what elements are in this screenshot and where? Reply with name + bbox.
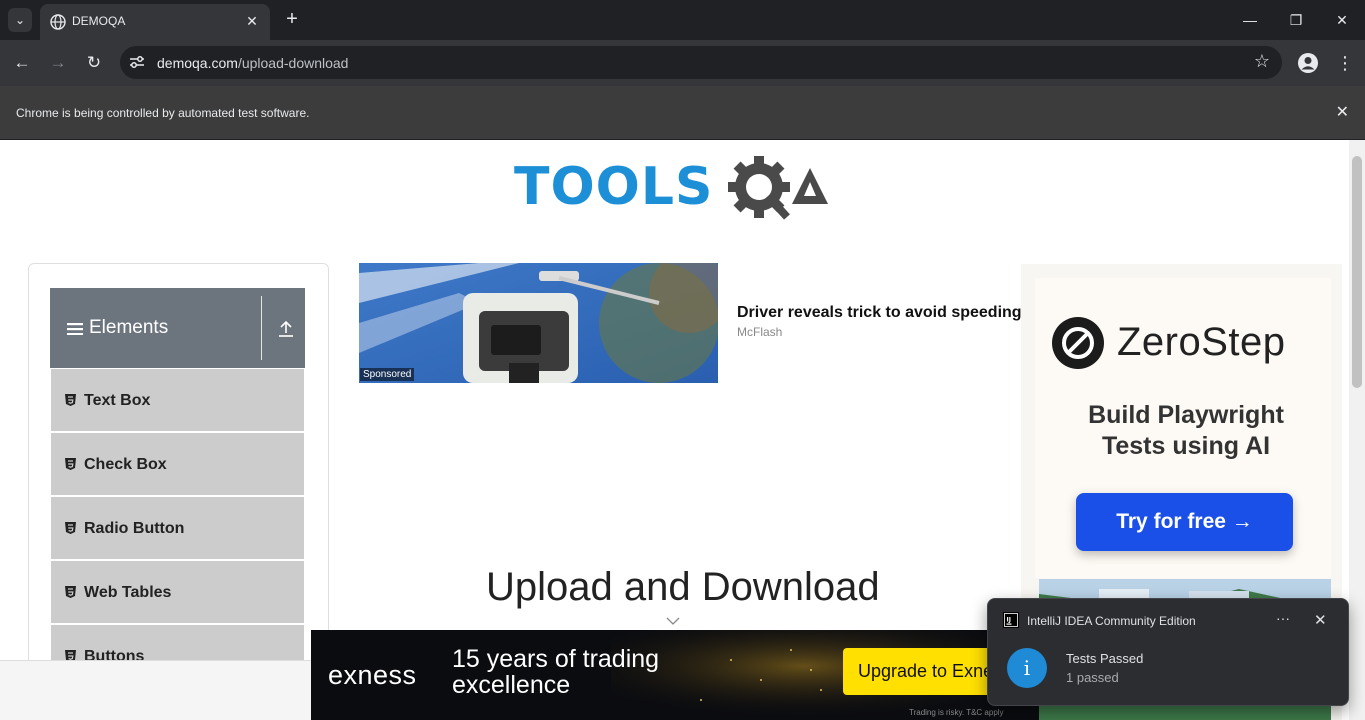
sidebar-item-text-box[interactable]: Text Box <box>51 369 304 431</box>
forward-icon[interactable]: → <box>46 51 70 75</box>
automation-infobar: Chrome is being controlled by automated … <box>0 86 1365 140</box>
sidebar-item-label: Radio Button <box>84 520 185 537</box>
ad-headline-link[interactable]: Driver reveals trick to avoid speeding <box>737 304 1021 322</box>
sponsored-label: Sponsored <box>360 368 415 381</box>
zerostep-logo-icon <box>1052 317 1104 369</box>
sponsored-ad-image[interactable]: Sponsored <box>359 263 718 383</box>
url-host: demoqa.com <box>157 55 238 71</box>
svg-text:TOOLS: TOOLS <box>514 157 713 217</box>
url-text: demoqa.com/upload-download <box>157 55 348 71</box>
profile-icon[interactable] <box>1297 52 1319 74</box>
minimize-icon[interactable]: — <box>1227 0 1273 40</box>
sidebar-item-radio-button[interactable]: Radio Button <box>51 497 304 559</box>
elements-group-header[interactable]: Elements <box>50 288 305 368</box>
scrollbar-thumb[interactable] <box>1352 156 1362 388</box>
zerostep-brand: ZeroStep <box>1117 320 1286 364</box>
browser-tab[interactable]: DEMOQA ✕ <box>40 4 270 40</box>
address-bar[interactable]: demoqa.com/upload-download ☆ <box>120 46 1282 79</box>
html5-icon <box>65 586 76 598</box>
html5-icon <box>65 458 76 470</box>
close-tab-icon[interactable]: ✕ <box>242 11 262 31</box>
header-divider <box>261 296 262 360</box>
new-tab-button[interactable]: + <box>282 8 302 32</box>
exness-tagline: 15 years of trading excellence <box>452 645 660 699</box>
globe-icon <box>50 14 66 30</box>
html5-icon <box>65 394 76 406</box>
hamburger-icon <box>67 323 83 335</box>
info-icon: i <box>1007 648 1047 688</box>
back-icon[interactable]: ← <box>10 51 34 75</box>
exness-brand: exness <box>328 660 417 690</box>
menu-kebab-icon[interactable]: ⋮ <box>1333 51 1357 75</box>
sidebar-item-label: Check Box <box>84 456 167 473</box>
sidebar-item-label: Text Box <box>84 392 151 409</box>
bookmark-star-icon[interactable]: ☆ <box>1254 51 1270 72</box>
sidebar-item-label: Web Tables <box>84 584 172 601</box>
sidebar-item-check-box[interactable]: Check Box <box>51 433 304 495</box>
collapse-arrow-icon[interactable] <box>277 320 295 338</box>
url-path: /upload-download <box>237 55 349 71</box>
toolsqa-logo[interactable]: TOOLS <box>514 154 838 230</box>
browser-toolbar: ← → ↻ demoqa.com/upload-download ☆ ⋮ <box>0 40 1365 86</box>
restore-icon[interactable]: ❐ <box>1273 0 1319 40</box>
infobar-message: Chrome is being controlled by automated … <box>16 106 310 120</box>
group-label: Elements <box>89 317 169 338</box>
zerostep-headline: Build Playwright Tests using AI <box>1088 401 1284 460</box>
site-info-icon[interactable] <box>128 53 146 71</box>
html5-icon <box>65 522 76 534</box>
svg-text:IJ: IJ <box>1007 617 1011 624</box>
exness-disclaimer: Trading is risky. T&C apply <box>909 708 1004 717</box>
exness-ad[interactable]: exness 15 years of trading excellence Up… <box>311 630 1039 720</box>
ad-source: McFlash <box>737 325 783 339</box>
more-options-icon[interactable]: ··· <box>1276 610 1290 626</box>
notification-subtitle: 1 passed <box>1066 670 1119 685</box>
speed-camera-image <box>359 263 718 383</box>
notification-app-name: IntelliJ IDEA Community Edition <box>1027 614 1196 628</box>
notification-title: Tests Passed <box>1066 651 1144 666</box>
notification-close-icon[interactable]: ✕ <box>1314 611 1327 629</box>
tab-search-button[interactable]: ⌄ <box>8 8 32 32</box>
close-window-icon[interactable]: ✕ <box>1319 0 1365 40</box>
chevron-down-icon <box>666 617 680 625</box>
tab-title: DEMOQA <box>72 14 126 28</box>
page-scrollbar[interactable] <box>1349 140 1365 720</box>
intellij-notification[interactable]: IJ IntelliJ IDEA Community Edition ··· ✕… <box>987 598 1349 706</box>
try-for-free-button[interactable]: Try for free → <box>1076 493 1293 551</box>
footer-strip <box>0 660 311 720</box>
reload-icon[interactable]: ↻ <box>82 51 106 75</box>
intellij-icon: IJ <box>1003 612 1019 628</box>
tab-strip: ⌄ DEMOQA ✕ + — ❐ ✕ <box>0 0 1365 40</box>
sidebar-item-web-tables[interactable]: Web Tables <box>51 561 304 623</box>
infobar-close-icon[interactable]: ✕ <box>1336 102 1349 122</box>
page-title: Upload and Download <box>486 565 880 609</box>
